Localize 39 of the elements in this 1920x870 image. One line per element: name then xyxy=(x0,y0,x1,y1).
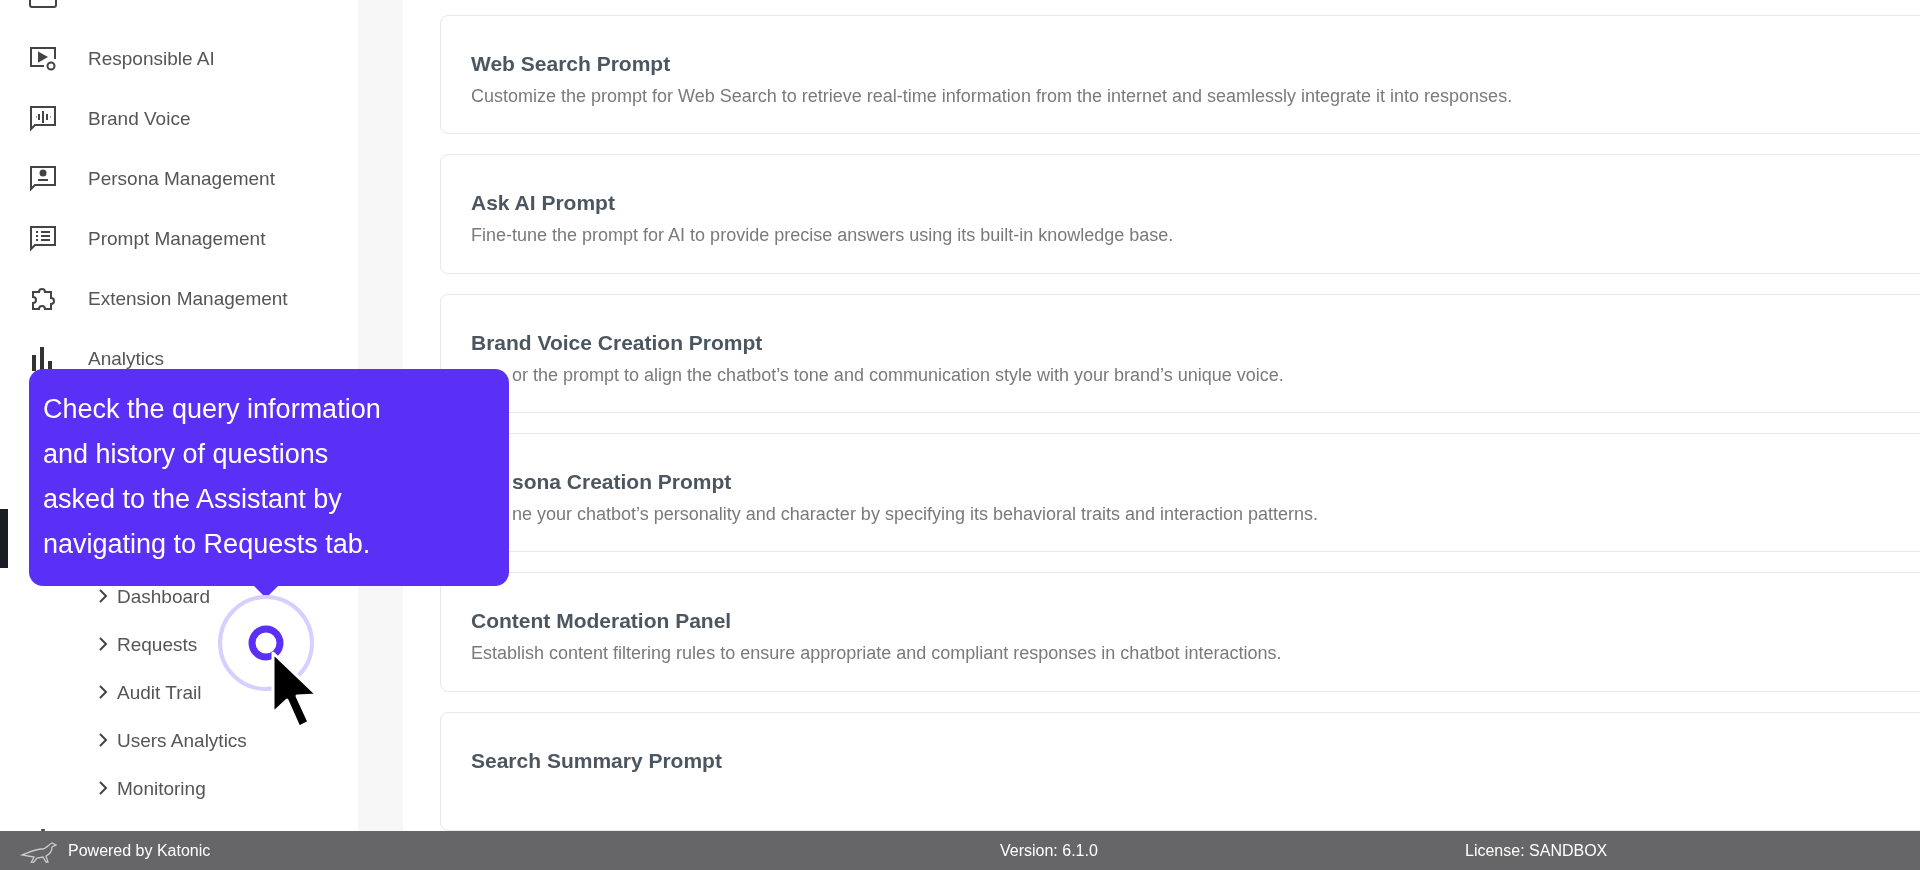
prompt-card[interactable]: Brand Voice Creation Prompt or the prompt to align the chatbot’s tone and communication style with your brand’s unique voice. xyxy=(440,293,1920,413)
sidebar-item[interactable]: Prompt Management xyxy=(88,228,266,248)
card-title: Ask AI Prompt xyxy=(471,191,615,216)
chevron-right-icon xyxy=(97,636,109,652)
chevron-right-icon xyxy=(97,588,109,604)
prompt-card[interactable]: Web Search Prompt Customize the prompt for Web Search to retrieve real-time information from the internet and seamlessly integrate it into responses. xyxy=(440,15,1920,135)
submenu-item[interactable]: Audit Trail xyxy=(117,682,202,702)
card-description: Fine-tune the prompt for AI to provide precise answers using its built-in knowledge base. xyxy=(471,225,1174,247)
prompt-card[interactable]: Content Moderation Panel Establish content filtering rules to ensure appropriate and compliant responses in chatbot interactions. xyxy=(440,572,1920,692)
sidebar-item[interactable]: Extension Management xyxy=(88,288,288,308)
card-description: ne your chatbot’s personality and character by specifying its behavioral traits and interaction patterns. xyxy=(512,504,1319,525)
sidebar-item[interactable]: Persona Management xyxy=(88,168,275,188)
prompt-card[interactable]: Ask AI Prompt Fine-tune the prompt for AI to provide precise answers using its built-in knowledge base. xyxy=(440,154,1920,274)
sidebar-item[interactable]: Responsible AI xyxy=(88,48,215,68)
version-text: Version: 6.1.0 xyxy=(1000,841,1099,860)
card-description: or the prompt to align the chatbot’s tone and communication style with your brand’s unique voice. xyxy=(512,364,1284,386)
tooltip-text: Check the query information and history of questions asked to the Assistant by navigating to Requests tab. xyxy=(43,393,381,561)
chevron-right-icon xyxy=(97,684,109,700)
chevron-right-icon xyxy=(97,780,109,796)
powered-by-text: Powered by Katonic xyxy=(68,841,211,860)
card-title: Web Search Prompt xyxy=(471,52,671,76)
card-description: Customize the prompt for Web Search to retrieve real-time information from the internet and seamlessly integrate it into responses. xyxy=(471,86,1513,107)
sidebar-item[interactable]: Brand Voice xyxy=(88,108,191,128)
card-title: sona Creation Prompt xyxy=(512,470,732,494)
card-title: Brand Voice Creation Prompt xyxy=(471,330,763,355)
submenu-item[interactable]: Dashboard xyxy=(117,586,210,606)
chevron-right-icon xyxy=(97,732,109,748)
submenu-item[interactable]: Users Analytics xyxy=(117,730,247,750)
prompt-card[interactable]: Search Summary Prompt xyxy=(440,711,1920,831)
sidebar-item[interactable]: Analytics xyxy=(88,348,165,368)
submenu-item[interactable]: Requests xyxy=(117,634,198,654)
submenu-item[interactable]: Monitoring xyxy=(117,778,206,798)
list-message-icon xyxy=(28,223,58,253)
card-description: Establish content filtering rules to ensure appropriate and compliant responses in chatbot interactions. xyxy=(471,643,1282,665)
card-title: Content Moderation Panel xyxy=(471,609,732,634)
card-title: Search Summary Prompt xyxy=(471,748,722,773)
person-message-icon xyxy=(28,163,58,193)
license-text: License: SANDBOX xyxy=(1465,841,1608,860)
voice-message-icon xyxy=(28,103,58,133)
